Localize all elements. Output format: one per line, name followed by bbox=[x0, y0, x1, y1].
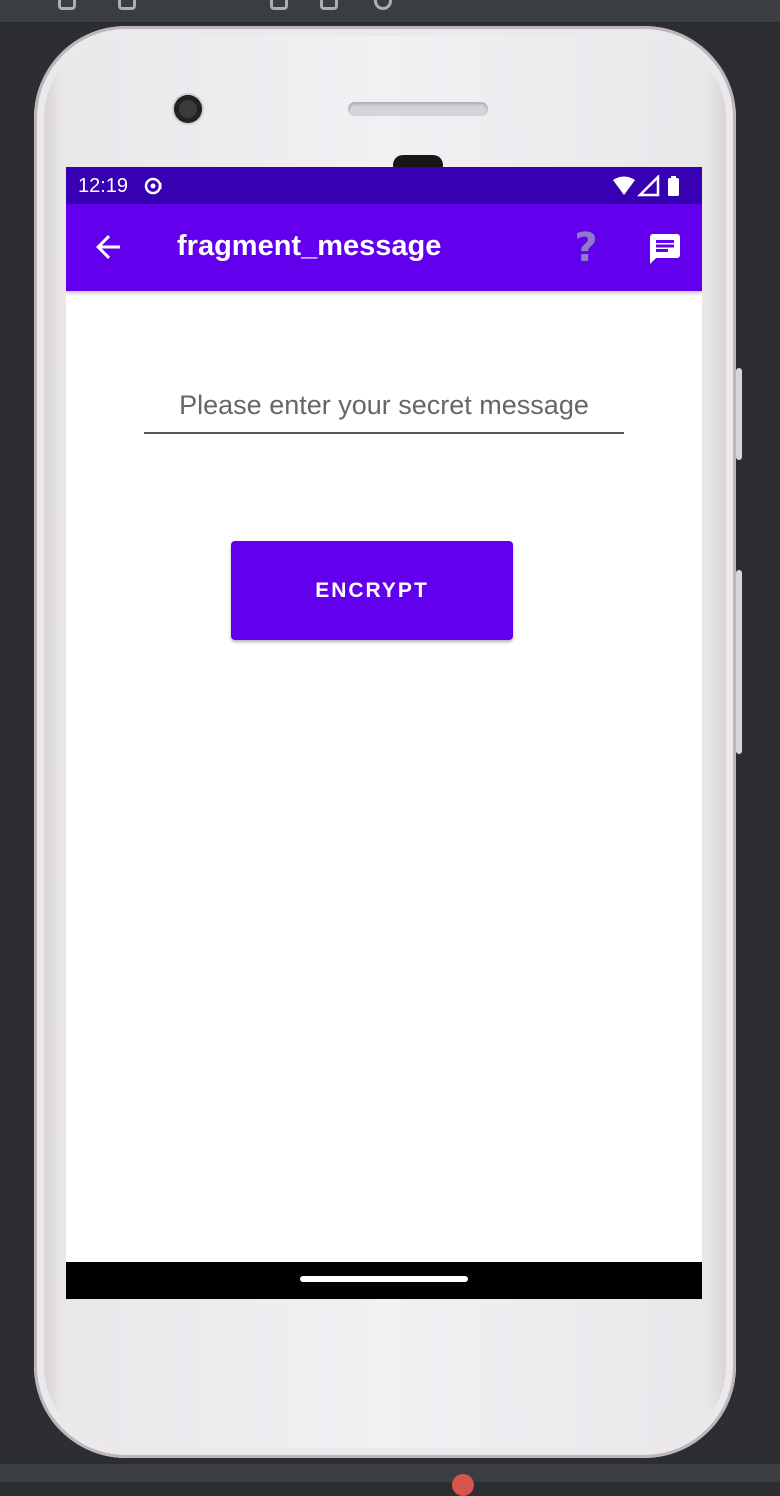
volume-button bbox=[736, 368, 742, 460]
home-gesture-handle[interactable] bbox=[300, 1276, 468, 1282]
front-camera bbox=[174, 95, 202, 123]
navigation-bar bbox=[66, 1262, 702, 1299]
ide-status-bar bbox=[0, 1464, 780, 1482]
earpiece-speaker bbox=[348, 102, 488, 116]
fragment-content: ENCRYPT bbox=[66, 291, 702, 1262]
status-icons bbox=[610, 175, 690, 197]
status-time: 12:19 bbox=[78, 175, 128, 198]
device-screen: 12:19 fragment_message ? ENCRYPT bbox=[66, 167, 702, 1299]
toolbar-icon[interactable] bbox=[270, 0, 288, 10]
secret-message-input[interactable] bbox=[144, 379, 624, 434]
app-bar: fragment_message ? bbox=[66, 204, 702, 291]
help-icon[interactable]: ? bbox=[566, 226, 606, 270]
cell-signal-icon bbox=[640, 177, 658, 195]
ide-toolbar bbox=[0, 0, 780, 23]
notification-icon bbox=[144, 177, 162, 195]
power-button bbox=[736, 570, 742, 754]
toolbar-icon[interactable] bbox=[374, 0, 392, 10]
battery-icon bbox=[668, 178, 679, 196]
page-title: fragment_message bbox=[177, 230, 441, 263]
arrow-back-icon[interactable] bbox=[90, 229, 126, 265]
wifi-icon bbox=[613, 177, 635, 196]
error-indicator-icon[interactable] bbox=[452, 1474, 474, 1496]
message-icon[interactable] bbox=[646, 231, 684, 267]
encrypt-button[interactable]: ENCRYPT bbox=[231, 541, 513, 640]
toolbar-icon[interactable] bbox=[58, 0, 76, 10]
toolbar-icon[interactable] bbox=[118, 0, 136, 10]
status-bar: 12:19 bbox=[66, 167, 702, 204]
toolbar-icon[interactable] bbox=[320, 0, 338, 10]
